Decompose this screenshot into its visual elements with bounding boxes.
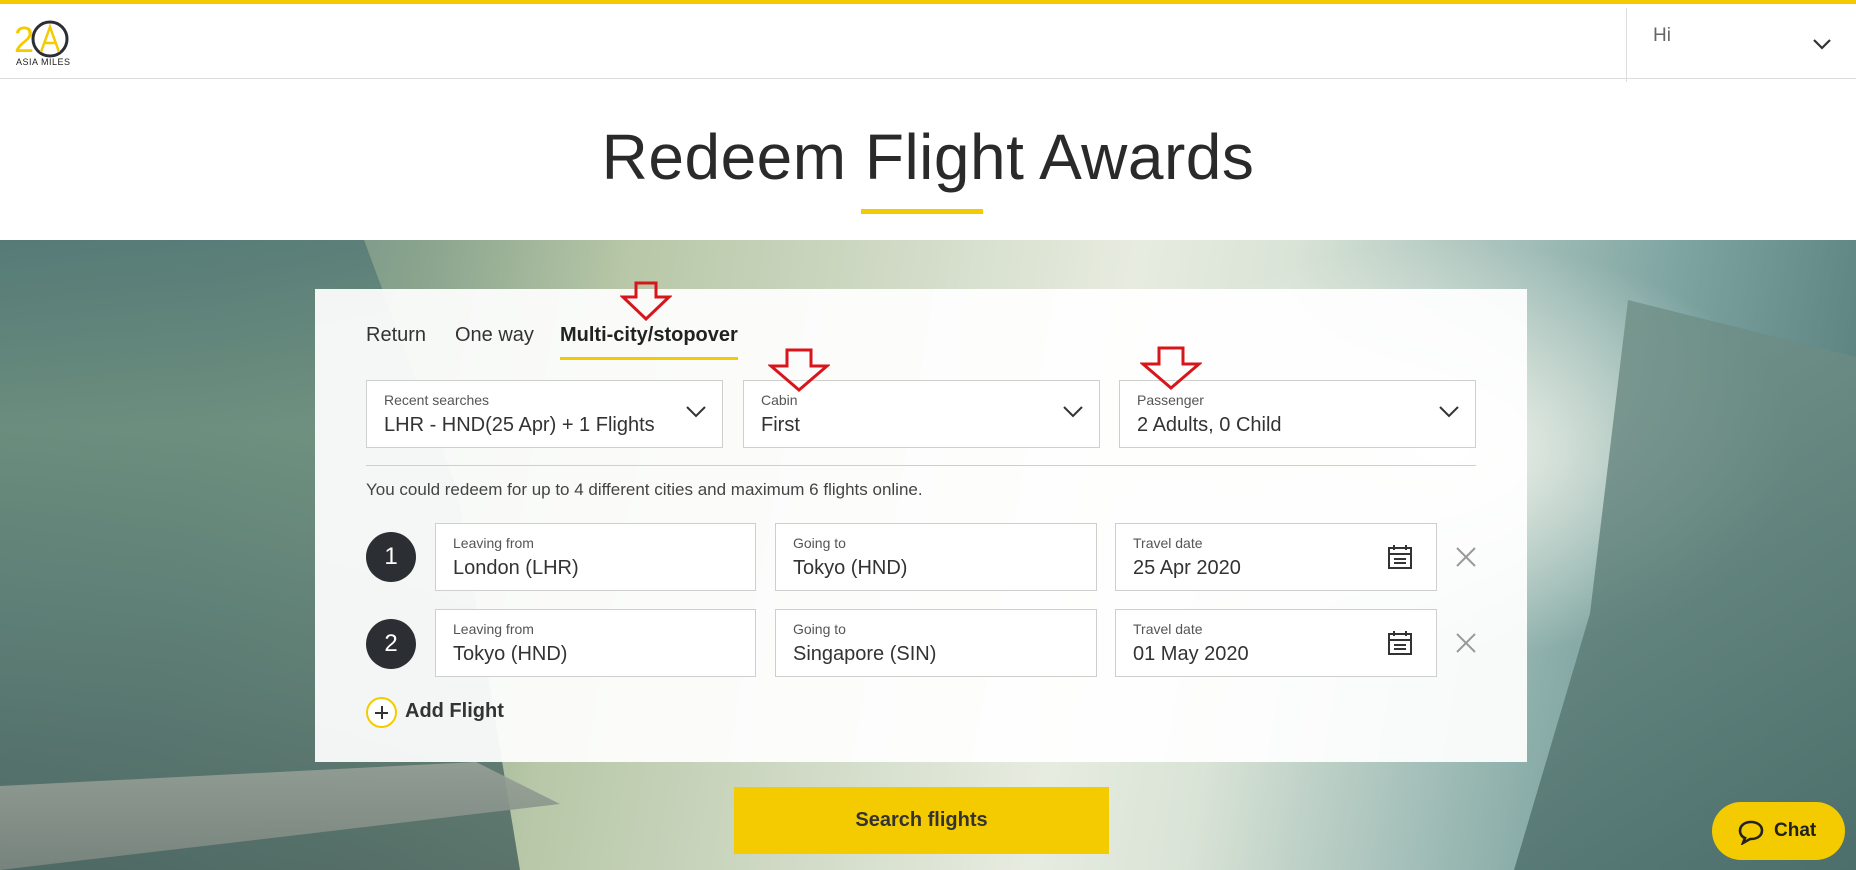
chevron-down-icon	[1813, 39, 1831, 50]
leaving-from-field[interactable]: Leaving from Tokyo (HND)	[435, 609, 756, 677]
travel-date-field[interactable]: Travel date 25 Apr 2020	[1115, 523, 1437, 591]
title-underline	[861, 209, 983, 214]
user-greeting: Hi	[1653, 25, 1671, 46]
logo-text: ASIA MILES	[16, 57, 71, 67]
active-tab-underline	[560, 357, 738, 360]
leaving-from-label: Leaving from	[453, 621, 534, 637]
annotation-arrow-icon	[620, 281, 672, 321]
chat-bubble-icon	[1738, 820, 1764, 845]
tab-multi-city[interactable]: Multi-city/stopover	[560, 324, 738, 360]
leaving-from-label: Leaving from	[453, 535, 534, 551]
calendar-icon[interactable]	[1387, 544, 1413, 570]
going-to-value: Singapore (SIN)	[793, 643, 937, 665]
user-account-menu[interactable]: Hi	[1626, 8, 1856, 82]
remove-flight-icon[interactable]	[1454, 545, 1478, 569]
search-flights-button[interactable]: Search flights	[734, 787, 1109, 854]
leaving-from-field[interactable]: Leaving from London (LHR)	[435, 523, 756, 591]
remove-flight-icon[interactable]	[1454, 631, 1478, 655]
annotation-arrow-icon	[1140, 346, 1202, 390]
multi-city-info-text: You could redeem for up to 4 different c…	[366, 480, 923, 499]
travel-date-label: Travel date	[1133, 535, 1203, 551]
section-divider	[366, 465, 1476, 466]
add-flight-label: Add Flight	[405, 700, 504, 722]
travel-date-value: 01 May 2020	[1133, 643, 1249, 665]
flight-number-badge: 1	[366, 532, 416, 582]
svg-text:2: 2	[14, 19, 34, 58]
recent-searches-label: Recent searches	[384, 392, 490, 408]
recent-searches-dropdown[interactable]: Recent searches LHR - HND(25 Apr) + 1 Fl…	[366, 380, 723, 448]
leaving-from-value: London (LHR)	[453, 557, 579, 579]
passenger-value: 2 Adults, 0 Child	[1137, 414, 1282, 436]
flight-number-badge: 2	[366, 619, 416, 669]
recent-searches-value: LHR - HND(25 Apr) + 1 Flights	[384, 414, 655, 436]
chevron-down-icon	[1063, 406, 1083, 418]
calendar-icon[interactable]	[1387, 630, 1413, 656]
travel-date-value: 25 Apr 2020	[1133, 557, 1241, 579]
going-to-field[interactable]: Going to Singapore (SIN)	[775, 609, 1097, 677]
leaving-from-value: Tokyo (HND)	[453, 643, 568, 665]
travel-date-field[interactable]: Travel date 01 May 2020	[1115, 609, 1437, 677]
chat-label: Chat	[1774, 820, 1817, 841]
chevron-down-icon	[1439, 406, 1459, 418]
tab-return[interactable]: Return	[366, 324, 426, 347]
going-to-label: Going to	[793, 621, 846, 637]
cabin-label: Cabin	[761, 392, 798, 408]
page-title: Redeem Flight Awards	[601, 121, 1255, 193]
chevron-down-icon	[686, 406, 706, 418]
tab-one-way[interactable]: One way	[455, 324, 534, 347]
going-to-value: Tokyo (HND)	[793, 557, 908, 579]
tab-multi-city-label: Multi-city/stopover	[560, 324, 738, 346]
search-panel: Return One way Multi-city/stopover Recen…	[315, 289, 1527, 762]
going-to-field[interactable]: Going to Tokyo (HND)	[775, 523, 1097, 591]
plus-icon	[366, 697, 397, 728]
going-to-label: Going to	[793, 535, 846, 551]
passenger-dropdown[interactable]: Passenger 2 Adults, 0 Child	[1119, 380, 1476, 448]
cabin-value: First	[761, 414, 800, 436]
chat-button[interactable]: Chat	[1712, 802, 1845, 860]
passenger-label: Passenger	[1137, 392, 1204, 408]
annotation-arrow-icon	[768, 348, 830, 392]
top-navigation-bar: 2 ASIA MILES Hi	[0, 0, 1856, 82]
travel-date-label: Travel date	[1133, 621, 1203, 637]
